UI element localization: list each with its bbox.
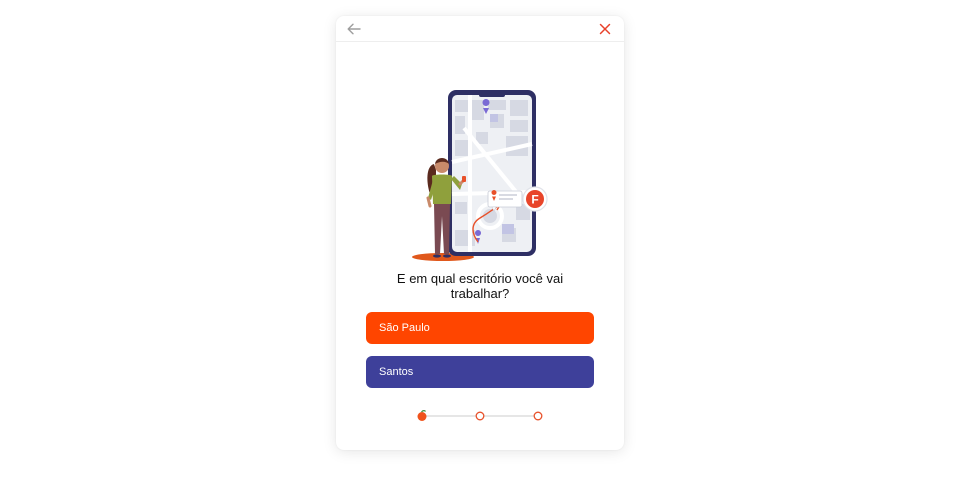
option-santos-button[interactable]: Santos (366, 356, 594, 388)
brand-badge-letter: F (531, 193, 538, 207)
arrow-left-icon (347, 23, 361, 35)
close-icon (599, 23, 611, 35)
map-accent-block (490, 114, 498, 122)
popup-text-line (499, 194, 517, 196)
step-dot (475, 411, 485, 421)
map-park (502, 224, 514, 234)
phone-notch (479, 93, 505, 97)
onboarding-card: F E em qual escritório você vai trabalha… (336, 16, 624, 450)
option-sao-paulo-button[interactable]: São Paulo (366, 312, 594, 344)
back-button[interactable] (345, 20, 363, 38)
office-location-illustration: F (412, 90, 548, 261)
close-button[interactable] (596, 20, 614, 38)
progress-stepper (417, 410, 543, 421)
top-bar (336, 16, 624, 42)
popup-text-line (499, 198, 513, 200)
step-dot (533, 411, 543, 421)
step-current-orange-icon (417, 410, 427, 421)
question-text: E em qual escritório você vai trabalhar? (396, 271, 564, 301)
